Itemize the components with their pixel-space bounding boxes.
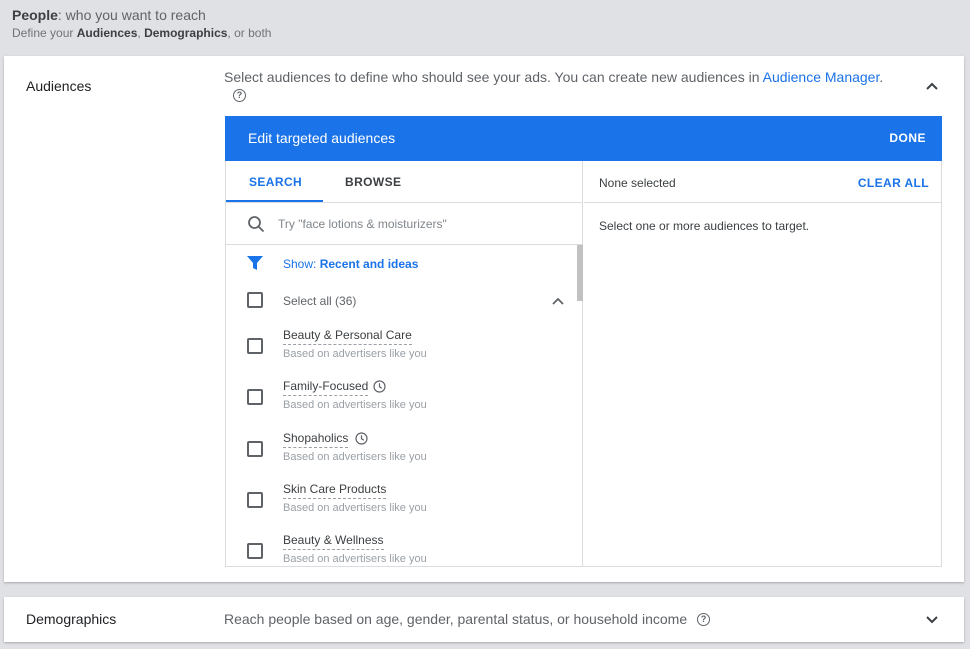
select-all-checkbox[interactable] <box>247 292 263 308</box>
item-subtitle: Based on advertisers like you <box>283 502 427 514</box>
selection-hint: Select one or more audiences to target. <box>599 219 810 233</box>
search-icon <box>248 216 265 233</box>
item-checkbox[interactable] <box>247 441 263 457</box>
list-item: Beauty & Personal Care Based on advertis… <box>226 328 576 372</box>
item-title[interactable]: Beauty & Wellness <box>283 533 384 550</box>
editor-header-bar: Edit targeted audiences DONE <box>225 116 942 161</box>
list-item: Skin Care Products Based on advertisers … <box>226 482 576 526</box>
chevron-down-icon[interactable] <box>926 616 938 624</box>
page-subtitle: Define your Audiences, Demographics, or … <box>12 26 272 40</box>
audiences-card: Audiences Select audiences to define who… <box>4 56 964 582</box>
filter-text: Show: Recent and ideas <box>283 257 419 271</box>
audience-manager-link[interactable]: Audience Manager <box>763 69 880 85</box>
tab-browse[interactable]: BROWSE <box>345 175 401 189</box>
item-subtitle: Based on advertisers like you <box>283 348 427 360</box>
search-pane: SEARCH BROWSE Show: Recent and ideas <box>226 161 583 567</box>
item-checkbox[interactable] <box>247 389 263 405</box>
editor-title: Edit targeted audiences <box>248 130 396 146</box>
demographics-description: Reach people based on age, gender, paren… <box>224 610 711 628</box>
clock-icon <box>373 380 386 393</box>
item-subtitle: Based on advertisers like you <box>283 451 427 463</box>
item-checkbox[interactable] <box>247 543 263 559</box>
selected-pane: None selected CLEAR ALL Select one or mo… <box>584 161 941 567</box>
active-tab-indicator <box>226 200 323 202</box>
audience-editor: Edit targeted audiences DONE SEARCH BROW… <box>225 116 942 567</box>
item-checkbox[interactable] <box>247 492 263 508</box>
done-button[interactable]: DONE <box>889 131 926 145</box>
none-selected-label: None selected <box>599 176 676 190</box>
list-item: Shopaholics Based on advertisers like yo… <box>226 431 576 475</box>
item-title[interactable]: Beauty & Personal Care <box>283 328 412 345</box>
chevron-up-icon[interactable] <box>926 82 938 90</box>
audiences-title: Audiences <box>26 78 92 94</box>
list-item: Family-Focused Based on advertisers like… <box>226 379 576 423</box>
search-input[interactable] <box>278 214 558 234</box>
list-item: Beauty & Wellness Based on advertisers l… <box>226 533 576 567</box>
selected-header: None selected CLEAR ALL <box>584 161 941 203</box>
item-checkbox[interactable] <box>247 338 263 354</box>
search-row <box>226 203 583 245</box>
select-all-row: Select all (36) <box>226 291 576 311</box>
chevron-up-icon[interactable] <box>552 297 564 305</box>
item-subtitle: Based on advertisers like you <box>283 553 427 565</box>
item-title[interactable]: Family-Focused <box>283 379 369 396</box>
clock-icon <box>355 432 368 445</box>
tab-search[interactable]: SEARCH <box>249 175 302 189</box>
help-icon[interactable]: ? <box>233 89 246 102</box>
page-header: People: who you want to reach Define you… <box>12 6 271 41</box>
demographics-title: Demographics <box>26 611 117 627</box>
page-title: People: who you want to reach <box>12 7 206 23</box>
clear-all-button[interactable]: CLEAR ALL <box>858 176 929 190</box>
select-all-label: Select all (36) <box>283 294 357 308</box>
audience-list: Show: Recent and ideas Select all (36) B… <box>226 245 583 567</box>
scrollbar-thumb[interactable] <box>577 245 583 301</box>
help-icon[interactable]: ? <box>697 612 711 626</box>
filter-icon <box>247 256 263 270</box>
tab-bar: SEARCH BROWSE <box>226 161 583 203</box>
item-subtitle: Based on advertisers like you <box>283 399 427 411</box>
demographics-card[interactable]: Demographics Reach people based on age, … <box>4 597 964 642</box>
audiences-description: Select audiences to define who should se… <box>224 69 884 85</box>
item-title[interactable]: Shopaholics <box>283 431 349 448</box>
item-title[interactable]: Skin Care Products <box>283 482 387 499</box>
